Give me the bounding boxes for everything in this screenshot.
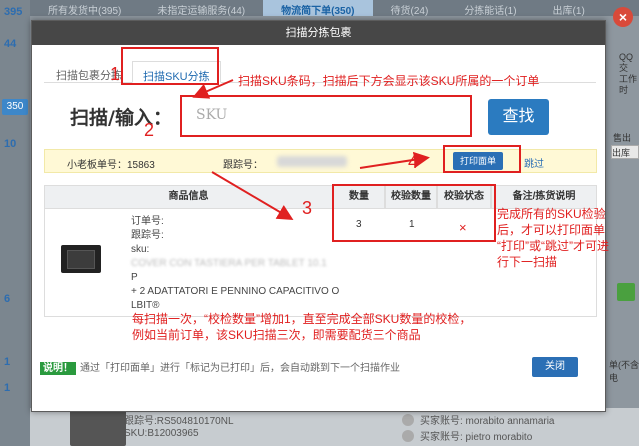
annotation-number-2: 2 — [144, 120, 155, 140]
note-label: 说明！ — [40, 362, 76, 375]
sku-label: sku: — [131, 244, 150, 255]
annotation-number-3: 3 — [302, 198, 313, 218]
annotation-bottom-note: 每扫描一次，“校检数量”增加1，直至完成全部SKU数量的校检， 例如当前订单，该… — [132, 312, 472, 342]
count-badge[interactable]: 350 — [2, 99, 28, 115]
annotation-number-4: 4 — [408, 152, 419, 172]
bg-tab[interactable]: 所有发货中(395) — [30, 0, 139, 17]
annotation-top-note: 扫描SKU条码，扫描后下方会显示该SKU所属的一个订单 — [238, 74, 540, 88]
skip-link[interactable]: 跳过 — [524, 155, 544, 170]
count-label: 44 — [4, 38, 17, 50]
track-number-redacted — [277, 156, 347, 167]
scan-input-label: 扫描/输入： — [70, 107, 172, 129]
track-label: 跟踪号： — [223, 160, 263, 171]
close-button[interactable]: 关闭 — [532, 357, 578, 377]
sku-input[interactable]: SKU — [180, 95, 472, 137]
product-details: 订单号: 跟踪号: sku: COVER CON TASTIERA PER TA… — [131, 215, 363, 313]
bg-tab[interactable]: 未指定运输服务(44) — [139, 0, 263, 17]
count-label: 395 — [4, 6, 23, 18]
find-button[interactable]: 查找 — [488, 99, 549, 135]
product-desc-line: P — [131, 272, 138, 283]
background-left-sidebar: 395 44 350 10 6 1 1 — [0, 0, 30, 446]
count-label: 1 — [4, 382, 11, 394]
user-icon — [402, 430, 414, 442]
header-product-info: 商品信息 — [44, 185, 333, 209]
count-label: 1 — [4, 356, 11, 368]
track-no: 跟踪号:RS504810170NL — [124, 416, 234, 427]
bg-label: 单(不含电 — [609, 360, 639, 383]
sku-text: SKU:B12003965 — [124, 428, 199, 439]
product-desc-line: + 2 ADATTATORI E PENNINO CAPACITIVO O — [131, 286, 340, 297]
count-label: 10 — [4, 138, 17, 150]
buyer-name: 买家账号: pietro morabito — [420, 432, 533, 443]
highlight-box-tab — [121, 47, 219, 85]
modal-title: 扫描分拣包裹 — [32, 21, 605, 45]
count-label: 6 — [4, 293, 11, 305]
user-icon — [402, 414, 414, 426]
background-tabs: 所有发货中(395) 未指定运输服务(44) 物流简下单(350) 待货(24)… — [30, 0, 639, 17]
product-desc-line: COVER CON TASTIERA PER TABLET 10.1 — [131, 258, 327, 269]
green-square-icon[interactable] — [617, 283, 635, 301]
qq-label: QQ交 工作时 — [619, 52, 638, 95]
board-number: 小老板单号：15863 — [67, 160, 155, 171]
order-label: 订单号: — [131, 216, 164, 227]
track-label: 跟踪号: — [131, 230, 164, 241]
highlight-box-print — [443, 145, 521, 173]
background-order-row: 跟踪号:RS504810170NL SKU:B12003965 买家账号: mo… — [30, 408, 639, 446]
bg-tab[interactable]: 分拣能话(1) — [446, 0, 534, 17]
buyer-account: 买家账号: morabito annamaria — [420, 416, 555, 427]
annotation-right-note: 完成所有的SKU检验 后，才可以打印面单 “打印”或“跳过”才可进 行下一扫描 — [497, 207, 609, 269]
annotation-number-1: 1 — [110, 64, 121, 84]
bg-tab-active[interactable]: 物流简下单(350) — [263, 0, 373, 17]
help-note: 说明！ 通过「打印面单」进行「标记为已打印」后，会自动跳到下一个扫描作业 — [40, 359, 400, 375]
product-thumbnail — [61, 245, 101, 273]
highlight-box-qty — [332, 184, 496, 242]
bg-select[interactable]: 出库 — [611, 145, 639, 159]
bg-tab[interactable]: 出库(1) — [535, 0, 603, 17]
bg-tab[interactable]: 待货(24) — [373, 0, 447, 17]
product-thumbnail — [70, 410, 126, 446]
note-text: 通过「打印面单」进行「标记为已打印」后，会自动跳到下一个扫描作业 — [80, 363, 400, 374]
close-icon[interactable]: × — [613, 7, 633, 27]
